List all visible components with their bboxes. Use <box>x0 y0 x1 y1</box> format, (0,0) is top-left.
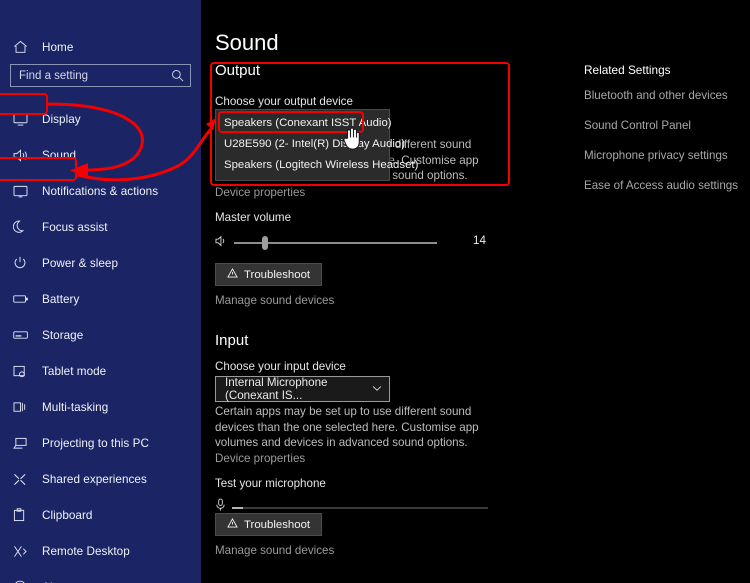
input-device-combobox[interactable]: Internal Microphone (Conexant IS... <box>215 376 390 402</box>
sidebar-item-shared-experiences[interactable]: Shared experiences <box>0 464 201 494</box>
dropdown-option[interactable]: U28E590 (2- Intel(R) Display Audio) <box>216 133 405 154</box>
sidebar-item-multitasking[interactable]: Multi-tasking <box>0 392 201 422</box>
battery-icon <box>13 291 31 307</box>
chevron-down-icon <box>372 384 382 394</box>
mic-level-track <box>232 506 488 509</box>
settings-window: Settings Home <box>0 0 750 583</box>
related-settings-title: Related Settings <box>584 63 671 77</box>
sidebar-item-label: Notifications & actions <box>42 184 159 198</box>
choose-input-device-label: Choose your input device <box>215 360 346 373</box>
clipboard-icon <box>13 507 31 523</box>
sidebar-nav: Home Display Sound Notifications & actio… <box>0 32 201 583</box>
home-icon <box>13 39 31 55</box>
sidebar-item-sound[interactable]: Sound <box>0 140 201 170</box>
sidebar-item-label: Storage <box>42 328 84 342</box>
sidebar-item-label: Display <box>42 112 81 126</box>
multitasking-icon <box>13 399 31 415</box>
input-troubleshoot-label: Troubleshoot <box>244 518 311 531</box>
choose-output-device-label: Choose your output device <box>215 95 353 108</box>
related-link-microphone-privacy[interactable]: Microphone privacy settings <box>584 149 750 162</box>
sidebar-item-label: Power & sleep <box>42 256 119 270</box>
output-section-heading: Output <box>215 62 261 79</box>
output-device-properties-link[interactable]: Device properties <box>215 186 305 199</box>
mic-level-fill <box>232 506 243 509</box>
master-volume-slider[interactable] <box>215 234 437 252</box>
moon-icon <box>13 219 31 235</box>
display-icon <box>13 111 31 127</box>
input-device-value: Internal Microphone (Conexant IS... <box>225 376 328 402</box>
input-device-properties-link[interactable]: Device properties <box>215 452 305 465</box>
sidebar-item-label: Home <box>42 40 74 54</box>
master-volume-label: Master volume <box>215 211 292 224</box>
sidebar-item-label: Remote Desktop <box>42 544 130 558</box>
test-microphone-label: Test your microphone <box>215 477 326 490</box>
dropdown-option[interactable]: Speakers (Conexant ISST Audio) <box>216 112 392 133</box>
output-troubleshoot-button[interactable]: Troubleshoot <box>215 263 323 286</box>
sound-icon <box>13 147 31 163</box>
shared-icon <box>13 471 31 487</box>
search-box[interactable] <box>10 64 191 87</box>
sidebar-item-storage[interactable]: Storage <box>0 320 201 350</box>
input-note-text: Certain apps may be set up to use differ… <box>215 405 479 449</box>
master-volume-value: 14 <box>473 234 486 247</box>
dropdown-option[interactable]: Speakers (Logitech Wireless Headset) <box>216 154 418 175</box>
projecting-icon <box>13 435 31 451</box>
page-title: Sound <box>215 30 279 55</box>
volume-thumb[interactable] <box>262 236 268 250</box>
sidebar-item-label: Multi-tasking <box>42 400 109 414</box>
sidebar-item-display[interactable]: Display <box>0 104 201 134</box>
power-icon <box>13 255 31 271</box>
speaker-icon <box>215 234 228 252</box>
input-manage-sound-devices-link[interactable]: Manage sound devices <box>215 544 334 557</box>
volume-track[interactable] <box>234 236 437 250</box>
sidebar-item-label: Battery <box>42 292 80 306</box>
sidebar-item-remote-desktop[interactable]: Remote Desktop <box>0 536 201 566</box>
related-link-bluetooth[interactable]: Bluetooth and other devices <box>584 89 750 102</box>
input-section-heading: Input <box>215 332 249 349</box>
output-troubleshoot-label: Troubleshoot <box>244 268 311 281</box>
search-input[interactable] <box>11 65 161 86</box>
sidebar-item-notifications[interactable]: Notifications & actions <box>0 176 201 206</box>
notifications-icon <box>13 183 31 199</box>
sidebar-item-tablet-mode[interactable]: Tablet mode <box>0 356 201 386</box>
main-content: Sound Output Choose your output device C… <box>201 0 750 583</box>
warning-icon <box>227 267 238 281</box>
sidebar-item-label: Clipboard <box>42 508 93 522</box>
sidebar-item-home[interactable]: Home <box>0 32 201 62</box>
search-icon <box>171 69 184 87</box>
sidebar-item-about[interactable]: About <box>0 572 201 583</box>
related-settings-panel: Related Settings Bluetooth and other dev… <box>584 63 750 209</box>
sidebar-item-clipboard[interactable]: Clipboard <box>0 500 201 530</box>
sidebar-item-battery[interactable]: Battery <box>0 284 201 314</box>
output-device-dropdown-list[interactable]: Speakers (Conexant ISST Audio) U28E590 (… <box>215 109 418 181</box>
storage-icon <box>13 327 31 343</box>
remote-desktop-icon <box>13 543 31 559</box>
sidebar-item-label: Tablet mode <box>42 364 107 378</box>
sidebar-item-label: Focus assist <box>42 220 108 234</box>
input-troubleshoot-button[interactable]: Troubleshoot <box>215 513 323 536</box>
sidebar-item-label: Projecting to this PC <box>42 436 149 450</box>
tablet-icon <box>13 363 31 379</box>
sidebar-item-power-sleep[interactable]: Power & sleep <box>0 248 201 278</box>
sidebar: Home Display Sound Notifications & actio… <box>0 0 201 583</box>
sidebar-item-focus-assist[interactable]: Focus assist <box>0 212 201 242</box>
info-icon <box>13 579 31 583</box>
sidebar-item-label: Shared experiences <box>42 472 147 486</box>
related-link-ease-of-access-audio[interactable]: Ease of Access audio settings <box>584 179 750 192</box>
warning-icon <box>227 517 238 531</box>
output-manage-sound-devices-link[interactable]: Manage sound devices <box>215 294 334 307</box>
sidebar-item-label: Sound <box>42 148 77 162</box>
related-link-sound-control-panel[interactable]: Sound Control Panel <box>584 119 750 132</box>
sidebar-item-projecting[interactable]: Projecting to this PC <box>0 428 201 458</box>
